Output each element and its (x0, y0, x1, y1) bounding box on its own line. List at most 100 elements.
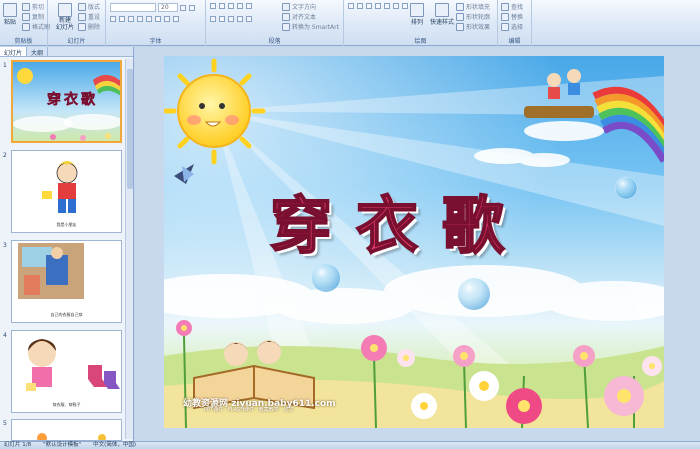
slide-thumbnail[interactable]: 自己的衣服自己穿 (11, 240, 122, 323)
slide-number: 3 (3, 242, 7, 249)
tab-outline[interactable]: 大纲 (27, 47, 49, 57)
star-shape-icon[interactable] (402, 3, 408, 9)
replace-icon (501, 12, 509, 21)
oval-shape-icon[interactable] (375, 3, 381, 9)
thumbnail-4-image (12, 331, 121, 412)
outline-pen-icon (456, 12, 464, 21)
thumbnail-4-caption: 穿衣服、穿鞋子 (52, 402, 81, 407)
line-shape-icon[interactable] (357, 3, 363, 9)
editing-group-label: 编辑 (508, 38, 521, 45)
find-button[interactable]: 查找 (501, 2, 523, 11)
grow-font-icon[interactable] (180, 4, 186, 11)
spacing-icon[interactable] (155, 16, 161, 22)
line-spacing-icon[interactable] (246, 3, 252, 9)
new-slide-button[interactable]: 新建 幻灯片 (56, 3, 74, 31)
columns-icon[interactable] (246, 16, 252, 22)
theme-name[interactable]: "默认设计模板" (43, 442, 81, 449)
justify-icon[interactable] (237, 16, 243, 22)
align-left-icon[interactable] (210, 16, 216, 22)
case-icon[interactable] (164, 16, 170, 22)
new-slide-icon (58, 3, 72, 17)
shape-fill-button[interactable]: 形状填充 (456, 2, 490, 11)
shrink-font-icon[interactable] (189, 4, 195, 11)
replace-button[interactable]: 替换 (501, 12, 523, 21)
paste-button[interactable]: 粘贴 (3, 3, 17, 26)
smartart-icon (282, 22, 290, 31)
copy-icon (22, 12, 30, 21)
triangle-shape-icon[interactable] (384, 3, 390, 9)
slides-group: 新建 幻灯片 版式 重设 删除 幻灯片 (48, 0, 106, 46)
cut-button[interactable]: 剪切 (22, 2, 44, 11)
shapes-gallery[interactable] (348, 3, 409, 9)
scissors-icon (22, 2, 30, 11)
shadow-icon[interactable] (146, 16, 152, 22)
text-direction-icon (282, 2, 290, 11)
slide-counter: 幻灯片 1/8 (4, 442, 32, 448)
editing-group: 查找 替换 选择 编辑 (498, 0, 532, 46)
delete-slide-button[interactable]: 删除 (78, 22, 100, 31)
bubble-illustration (312, 264, 340, 292)
cursor-icon (501, 22, 509, 31)
slide-thumbnail[interactable]: 穿衣服、穿鞋子 (11, 330, 122, 413)
thumbnail-2-image (12, 151, 121, 232)
arrange-icon (410, 3, 424, 17)
pane-scrollbar[interactable] (125, 59, 133, 439)
layout-icon (78, 2, 86, 11)
font-size-combo[interactable]: 20 (158, 3, 178, 12)
indent-increase-icon[interactable] (237, 3, 243, 9)
rectangle-shape-icon[interactable] (348, 3, 354, 9)
font-name-combo[interactable] (110, 3, 156, 12)
align-text-icon (282, 12, 290, 21)
slide-thumbnail[interactable]: 我是小朋友 (11, 150, 122, 233)
shape-effects-button[interactable]: 形状效果 (456, 22, 490, 31)
underline-icon[interactable] (128, 16, 134, 22)
binoculars-icon (501, 2, 509, 11)
shape-outline-button[interactable]: 形状轮廓 (456, 12, 490, 21)
font-color-icon[interactable] (173, 16, 179, 22)
sun-illustration (164, 58, 266, 165)
slide-number: 4 (3, 332, 7, 339)
layout-button[interactable]: 版式 (78, 2, 100, 11)
quick-styles-button[interactable]: 快速样式 (430, 3, 454, 26)
slide-thumbnail[interactable] (11, 419, 122, 441)
align-right-icon[interactable] (228, 16, 234, 22)
brush-icon (22, 22, 30, 31)
pane-scroll-thumb[interactable] (127, 69, 133, 189)
copy-button[interactable]: 复制 (22, 12, 44, 21)
bubble-illustration (458, 278, 490, 310)
paragraph-group: 文字方向 对齐文本 转换为 SmartArt 段落 (206, 0, 344, 46)
pane-tabs: 幻灯片 大纲 (0, 47, 133, 57)
format-painter-button[interactable]: 格式刷 (22, 22, 50, 31)
strikethrough-icon[interactable] (137, 16, 143, 22)
numbering-icon[interactable] (219, 3, 225, 9)
status-bar: 幻灯片 1/8 "默认设计模板" 中文(简体，中国) (0, 441, 700, 449)
slide-number: 1 (3, 62, 7, 69)
bold-icon[interactable] (110, 16, 116, 22)
font-group-label: 字体 (149, 38, 162, 45)
slide-title[interactable]: 穿衣歌 (269, 175, 528, 265)
smartart-button[interactable]: 转换为 SmartArt (282, 22, 339, 31)
thumbnail-5-image (12, 420, 121, 440)
tab-slides[interactable]: 幻灯片 (0, 47, 28, 57)
align-text-button[interactable]: 对齐文本 (282, 12, 316, 21)
font-group: 20 字体 (106, 0, 206, 46)
language-indicator[interactable]: 中文(简体，中国) (93, 442, 136, 449)
select-button[interactable]: 选择 (501, 22, 523, 31)
curve-shape-icon[interactable] (393, 3, 399, 9)
drawing-group: 排列 快速样式 形状填充 形状轮廓 形状效果 绘图 (344, 0, 498, 46)
delete-icon (78, 22, 86, 31)
align-center-icon[interactable] (219, 16, 225, 22)
bullets-icon[interactable] (210, 3, 216, 9)
slide-number: 2 (3, 152, 7, 159)
reset-button[interactable]: 重设 (78, 12, 100, 21)
italic-icon[interactable] (119, 16, 125, 22)
watermark-logo-subtitle: PPT课件 · FLASH课件 · 教案教学 · 论文 (204, 407, 294, 413)
paste-icon (3, 3, 17, 17)
slide-number: 5 (3, 420, 7, 427)
arrange-button[interactable]: 排列 (410, 3, 424, 26)
arrow-shape-icon[interactable] (366, 3, 372, 9)
slide-thumbnail[interactable]: 穿衣歌 (11, 60, 122, 143)
indent-decrease-icon[interactable] (228, 3, 234, 9)
text-direction-button[interactable]: 文字方向 (282, 2, 316, 11)
effects-icon (456, 22, 464, 31)
